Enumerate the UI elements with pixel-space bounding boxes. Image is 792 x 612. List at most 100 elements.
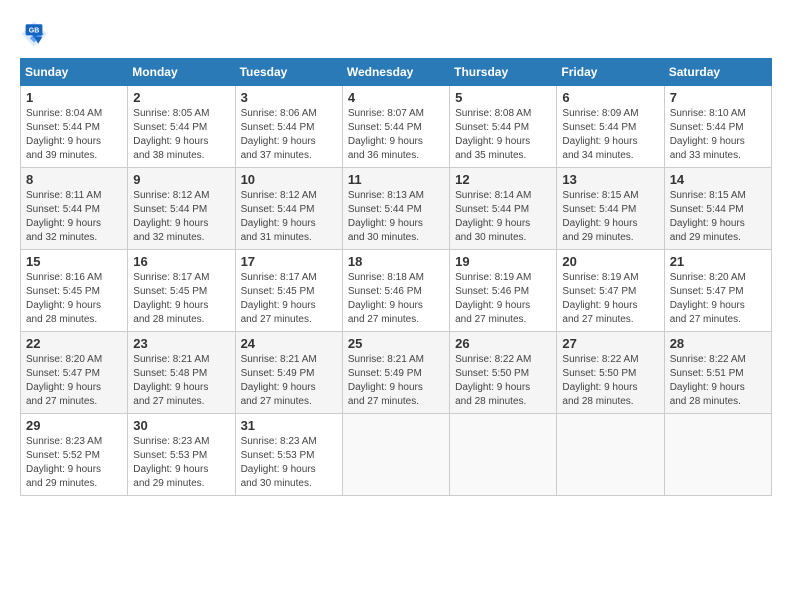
day-info: Sunrise: 8:22 AMSunset: 5:50 PMDaylight:… <box>562 353 658 409</box>
calendar-table: SundayMondayTuesdayWednesdayThursdayFrid… <box>20 58 772 496</box>
weekday-header: Saturday <box>664 59 771 86</box>
logo-icon: GB <box>20 20 48 48</box>
day-number: 15 <box>26 254 122 269</box>
day-info: Sunrise: 8:21 AMSunset: 5:48 PMDaylight:… <box>133 353 229 409</box>
day-number: 18 <box>348 254 444 269</box>
calendar-week-row: 15 Sunrise: 8:16 AMSunset: 5:45 PMDayligh… <box>21 250 772 332</box>
calendar-cell: 22Sunrise: 8:20 AMSunset: 5:47 PMDayligh… <box>21 332 128 414</box>
calendar-cell: 6 Sunrise: 8:09 AMSunset: 5:44 PMDaylight… <box>557 86 664 168</box>
calendar-cell: 29Sunrise: 8:23 AMSunset: 5:52 PMDayligh… <box>21 414 128 496</box>
calendar-cell: 12 Sunrise: 8:14 AMSunset: 5:44 PMDayligh… <box>450 168 557 250</box>
calendar-cell: 11Sunrise: 8:13 AMSunset: 5:44 PMDayligh… <box>342 168 449 250</box>
calendar-week-row: 8Sunrise: 8:11 AMSunset: 5:44 PMDaylight… <box>21 168 772 250</box>
calendar-cell: 21 Sunrise: 8:20 AMSunset: 5:47 PMDayligh… <box>664 250 771 332</box>
calendar-cell: 26 Sunrise: 8:22 AMSunset: 5:50 PMDayligh… <box>450 332 557 414</box>
day-info: Sunrise: 8:12 AMSunset: 5:44 PMDaylight:… <box>133 189 229 245</box>
calendar-cell <box>664 414 771 496</box>
day-info: Sunrise: 8:17 AMSunset: 5:45 PMDaylight:… <box>133 271 229 327</box>
day-info: Sunrise: 8:22 AMSunset: 5:50 PMDaylight:… <box>455 353 551 409</box>
calendar-cell: 18 Sunrise: 8:18 AMSunset: 5:46 PMDayligh… <box>342 250 449 332</box>
day-number: 21 <box>670 254 766 269</box>
calendar-cell: 13 Sunrise: 8:15 AMSunset: 5:44 PMDayligh… <box>557 168 664 250</box>
day-info: Sunrise: 8:19 AMSunset: 5:47 PMDaylight:… <box>562 271 658 327</box>
day-info: Sunrise: 8:09 AMSunset: 5:44 PMDaylight:… <box>562 107 658 163</box>
calendar-cell: 16Sunrise: 8:17 AMSunset: 5:45 PMDayligh… <box>128 250 235 332</box>
calendar-cell: 3 Sunrise: 8:06 AMSunset: 5:44 PMDaylight… <box>235 86 342 168</box>
weekday-header-row: SundayMondayTuesdayWednesdayThursdayFrid… <box>21 59 772 86</box>
calendar-cell: 9Sunrise: 8:12 AMSunset: 5:44 PMDaylight… <box>128 168 235 250</box>
calendar-cell: 17Sunrise: 8:17 AMSunset: 5:45 PMDayligh… <box>235 250 342 332</box>
day-number: 23 <box>133 336 229 351</box>
calendar-cell: 10Sunrise: 8:12 AMSunset: 5:44 PMDayligh… <box>235 168 342 250</box>
calendar-cell: 31 Sunrise: 8:23 AMSunset: 5:53 PMDayligh… <box>235 414 342 496</box>
calendar-week-row: 1 Sunrise: 8:04 AMSunset: 5:44 PMDaylight… <box>21 86 772 168</box>
day-info: Sunrise: 8:19 AMSunset: 5:46 PMDaylight:… <box>455 271 551 327</box>
calendar-cell: 2 Sunrise: 8:05 AMSunset: 5:44 PMDaylight… <box>128 86 235 168</box>
day-number: 7 <box>670 90 766 105</box>
day-number: 3 <box>241 90 337 105</box>
calendar-cell: 15 Sunrise: 8:16 AMSunset: 5:45 PMDayligh… <box>21 250 128 332</box>
calendar-cell: 25 Sunrise: 8:21 AMSunset: 5:49 PMDayligh… <box>342 332 449 414</box>
weekday-header: Tuesday <box>235 59 342 86</box>
calendar-cell: 27 Sunrise: 8:22 AMSunset: 5:50 PMDayligh… <box>557 332 664 414</box>
day-info: Sunrise: 8:06 AMSunset: 5:44 PMDaylight:… <box>241 107 337 163</box>
day-number: 4 <box>348 90 444 105</box>
calendar-cell: 1 Sunrise: 8:04 AMSunset: 5:44 PMDaylight… <box>21 86 128 168</box>
day-info: Sunrise: 8:20 AMSunset: 5:47 PMDaylight:… <box>26 353 122 409</box>
day-info: Sunrise: 8:08 AMSunset: 5:44 PMDaylight:… <box>455 107 551 163</box>
calendar-cell <box>557 414 664 496</box>
day-number: 2 <box>133 90 229 105</box>
day-info: Sunrise: 8:23 AMSunset: 5:53 PMDaylight:… <box>241 435 337 491</box>
calendar-cell <box>342 414 449 496</box>
weekday-header: Thursday <box>450 59 557 86</box>
calendar-cell: 20 Sunrise: 8:19 AMSunset: 5:47 PMDayligh… <box>557 250 664 332</box>
day-number: 20 <box>562 254 658 269</box>
day-number: 6 <box>562 90 658 105</box>
day-number: 19 <box>455 254 551 269</box>
day-number: 24 <box>241 336 337 351</box>
day-info: Sunrise: 8:07 AMSunset: 5:44 PMDaylight:… <box>348 107 444 163</box>
day-number: 27 <box>562 336 658 351</box>
logo: GB <box>20 20 52 48</box>
day-info: Sunrise: 8:04 AMSunset: 5:44 PMDaylight:… <box>26 107 122 163</box>
day-info: Sunrise: 8:22 AMSunset: 5:51 PMDaylight:… <box>670 353 766 409</box>
weekday-header: Sunday <box>21 59 128 86</box>
day-number: 1 <box>26 90 122 105</box>
day-info: Sunrise: 8:18 AMSunset: 5:46 PMDaylight:… <box>348 271 444 327</box>
weekday-header: Wednesday <box>342 59 449 86</box>
calendar-cell: 7 Sunrise: 8:10 AMSunset: 5:44 PMDaylight… <box>664 86 771 168</box>
day-number: 29 <box>26 418 122 433</box>
day-number: 11 <box>348 172 444 187</box>
calendar-week-row: 22Sunrise: 8:20 AMSunset: 5:47 PMDayligh… <box>21 332 772 414</box>
calendar-cell: 14Sunrise: 8:15 AMSunset: 5:44 PMDayligh… <box>664 168 771 250</box>
calendar-cell: 19 Sunrise: 8:19 AMSunset: 5:46 PMDayligh… <box>450 250 557 332</box>
day-info: Sunrise: 8:15 AMSunset: 5:44 PMDaylight:… <box>562 189 658 245</box>
day-number: 26 <box>455 336 551 351</box>
day-number: 5 <box>455 90 551 105</box>
day-number: 31 <box>241 418 337 433</box>
day-number: 14 <box>670 172 766 187</box>
day-number: 17 <box>241 254 337 269</box>
day-info: Sunrise: 8:20 AMSunset: 5:47 PMDaylight:… <box>670 271 766 327</box>
day-info: Sunrise: 8:10 AMSunset: 5:44 PMDaylight:… <box>670 107 766 163</box>
calendar-cell: 30Sunrise: 8:23 AMSunset: 5:53 PMDayligh… <box>128 414 235 496</box>
calendar-cell: 23 Sunrise: 8:21 AMSunset: 5:48 PMDayligh… <box>128 332 235 414</box>
weekday-header: Friday <box>557 59 664 86</box>
calendar-cell: 8Sunrise: 8:11 AMSunset: 5:44 PMDaylight… <box>21 168 128 250</box>
header: GB <box>20 20 772 48</box>
calendar-cell: 4 Sunrise: 8:07 AMSunset: 5:44 PMDaylight… <box>342 86 449 168</box>
day-info: Sunrise: 8:21 AMSunset: 5:49 PMDaylight:… <box>241 353 337 409</box>
day-info: Sunrise: 8:23 AMSunset: 5:53 PMDaylight:… <box>133 435 229 491</box>
day-number: 25 <box>348 336 444 351</box>
day-info: Sunrise: 8:21 AMSunset: 5:49 PMDaylight:… <box>348 353 444 409</box>
day-info: Sunrise: 8:12 AMSunset: 5:44 PMDaylight:… <box>241 189 337 245</box>
day-info: Sunrise: 8:14 AMSunset: 5:44 PMDaylight:… <box>455 189 551 245</box>
day-info: Sunrise: 8:05 AMSunset: 5:44 PMDaylight:… <box>133 107 229 163</box>
day-info: Sunrise: 8:16 AMSunset: 5:45 PMDaylight:… <box>26 271 122 327</box>
svg-text:GB: GB <box>29 28 40 35</box>
calendar-cell: 28 Sunrise: 8:22 AMSunset: 5:51 PMDayligh… <box>664 332 771 414</box>
day-number: 28 <box>670 336 766 351</box>
day-number: 12 <box>455 172 551 187</box>
calendar-cell <box>450 414 557 496</box>
day-number: 13 <box>562 172 658 187</box>
